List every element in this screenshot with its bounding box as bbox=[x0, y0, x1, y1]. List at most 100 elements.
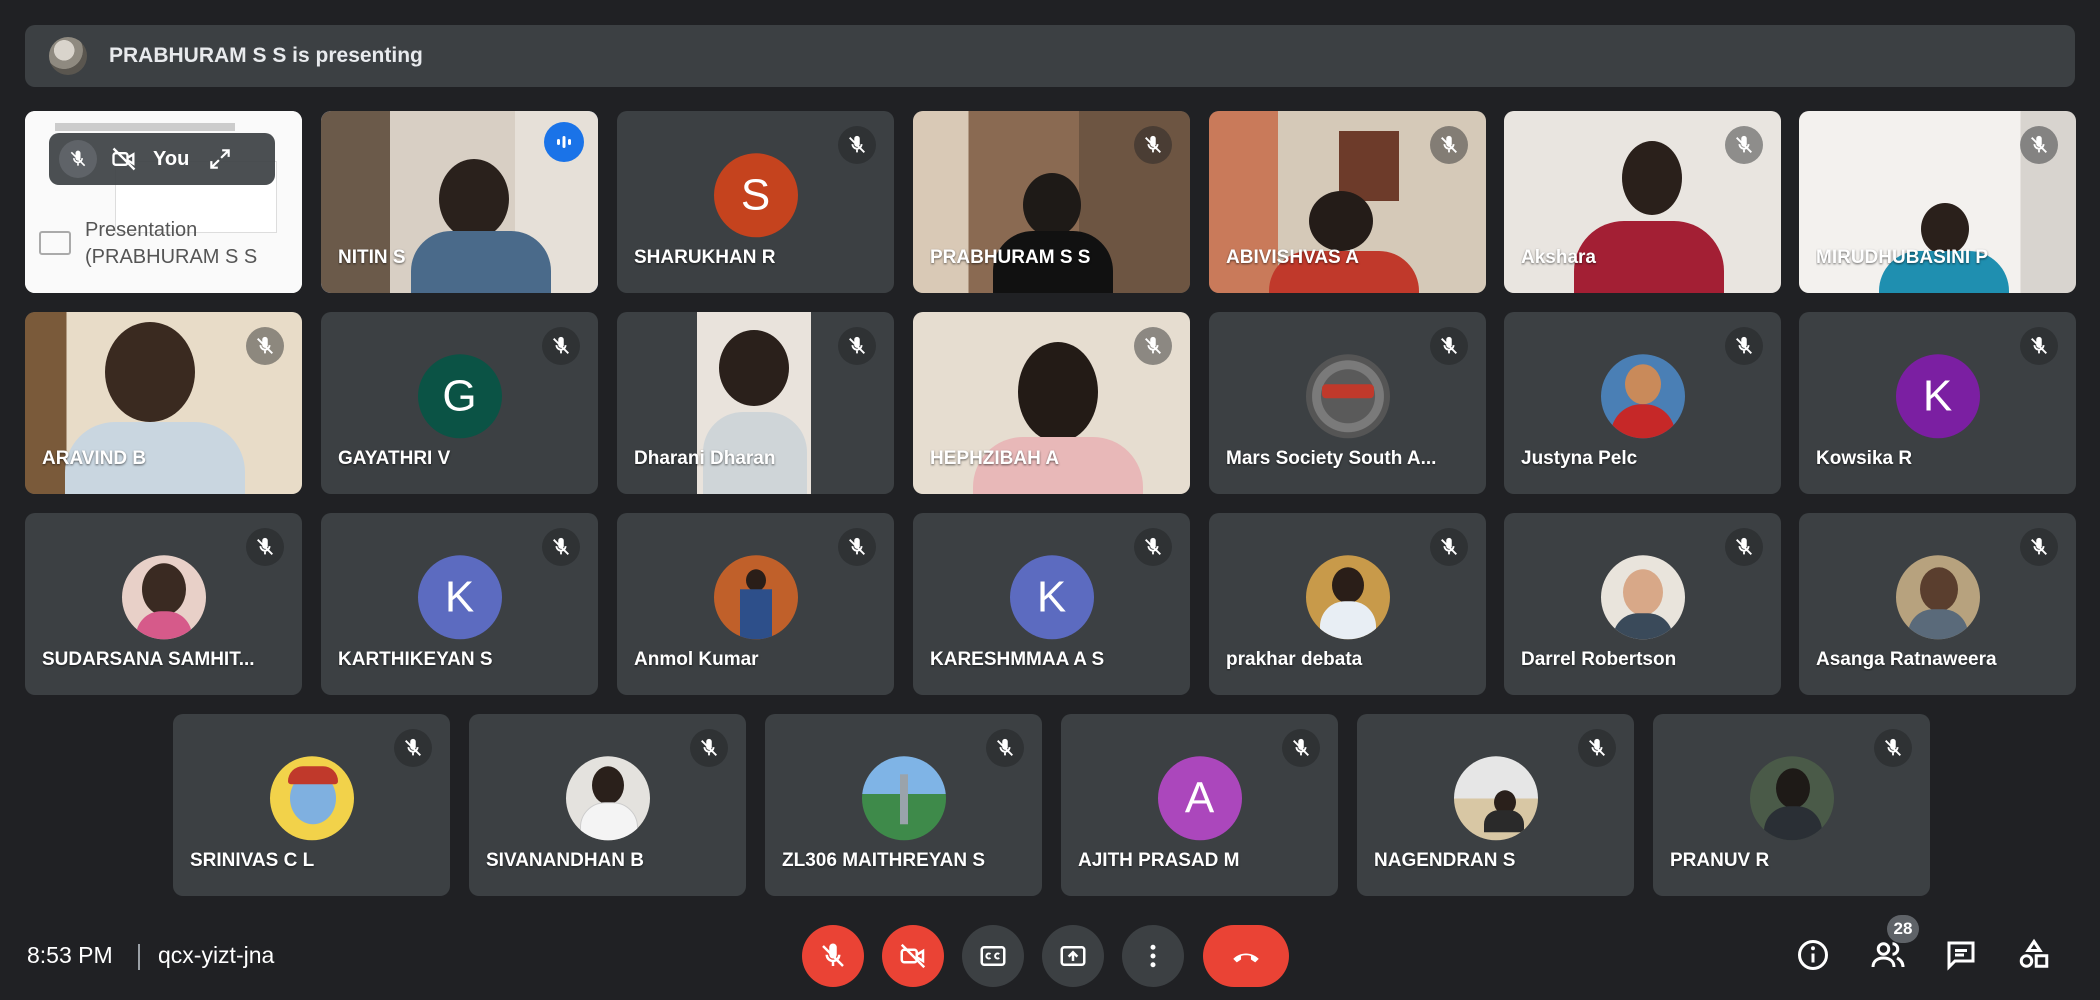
more-options-button[interactable] bbox=[1122, 925, 1184, 987]
participant-name: KARESHMMAA A S bbox=[930, 649, 1105, 670]
mic-off-icon bbox=[986, 729, 1024, 767]
participant-tile[interactable]: Asanga Ratnaweera bbox=[1799, 513, 2076, 695]
present-screen-icon bbox=[1060, 946, 1086, 966]
participant-tile[interactable]: PRANUV R bbox=[1653, 714, 1930, 896]
mic-off-icon bbox=[822, 943, 844, 967]
mic-off-icon bbox=[838, 126, 876, 164]
mars-society-logo bbox=[1305, 354, 1390, 439]
chat-icon bbox=[1947, 941, 1975, 971]
participant-tile[interactable]: prakhar debata bbox=[1209, 513, 1486, 695]
call-end-icon bbox=[1233, 953, 1259, 963]
meeting-details-button[interactable] bbox=[1792, 934, 1834, 976]
participant-name: PRANUV R bbox=[1670, 850, 1770, 871]
profile-photo bbox=[1749, 756, 1834, 841]
profile-photo bbox=[269, 756, 354, 841]
participant-tile[interactable]: K KARESHMMAA A S bbox=[913, 513, 1190, 695]
participant-name: MIRUDHUBASINI P bbox=[1816, 247, 1989, 268]
profile-photo bbox=[1600, 555, 1685, 640]
participant-tile[interactable]: A AJITH PRASAD M bbox=[1061, 714, 1338, 896]
camera-off-icon[interactable] bbox=[105, 140, 143, 178]
divider bbox=[138, 944, 140, 970]
mic-off-icon bbox=[1725, 126, 1763, 164]
expand-icon[interactable] bbox=[201, 140, 239, 178]
profile-photo bbox=[1600, 354, 1685, 439]
mic-off-icon bbox=[1725, 327, 1763, 365]
participant-tile[interactable]: ABIVISHVAS A bbox=[1209, 111, 1486, 293]
mic-off-icon bbox=[2020, 528, 2058, 566]
participant-name: Mars Society South A... bbox=[1226, 448, 1437, 469]
mic-off-icon bbox=[1430, 327, 1468, 365]
profile-photo bbox=[861, 756, 946, 841]
mic-off-icon bbox=[838, 528, 876, 566]
participant-name: Anmol Kumar bbox=[634, 649, 759, 670]
participant-tile[interactable]: MIRUDHUBASINI P bbox=[1799, 111, 2076, 293]
participant-name: Asanga Ratnaweera bbox=[1816, 649, 1997, 670]
participant-tile[interactable]: Darrel Robertson bbox=[1504, 513, 1781, 695]
letter-avatar: S bbox=[713, 153, 798, 238]
participant-tile[interactable]: S SHARUKHAN R bbox=[617, 111, 894, 293]
more-vert-icon bbox=[1150, 944, 1156, 968]
mic-off-icon bbox=[1430, 126, 1468, 164]
participant-tile[interactable]: NITIN S bbox=[321, 111, 598, 293]
captions-icon bbox=[980, 946, 1006, 966]
presentation-text-1: Presentation bbox=[85, 219, 198, 241]
presenting-banner[interactable]: PRABHURAM S S is presenting bbox=[25, 25, 2075, 87]
mic-off-icon bbox=[1282, 729, 1320, 767]
participant-tile[interactable]: Anmol Kumar bbox=[617, 513, 894, 695]
participant-tile[interactable]: Dharani Dharan bbox=[617, 312, 894, 494]
mic-off-icon bbox=[838, 327, 876, 365]
participant-name: ABIVISHVAS A bbox=[1226, 247, 1360, 268]
participant-tile[interactable]: NAGENDRAN S bbox=[1357, 714, 1634, 896]
participant-tile[interactable]: SRINIVAS C L bbox=[173, 714, 450, 896]
microphone-toggle-button[interactable] bbox=[802, 925, 864, 987]
profile-photo bbox=[565, 756, 650, 841]
mic-off-icon[interactable] bbox=[59, 140, 97, 178]
activities-icon bbox=[2019, 938, 2049, 968]
participant-name: ARAVIND B bbox=[42, 448, 147, 469]
mic-off-icon bbox=[1725, 528, 1763, 566]
mic-off-icon bbox=[542, 327, 580, 365]
chat-button[interactable] bbox=[1940, 934, 1982, 976]
participant-name: SRINIVAS C L bbox=[190, 850, 315, 871]
participant-name: Akshara bbox=[1521, 247, 1596, 268]
mic-off-icon bbox=[1874, 729, 1912, 767]
mic-off-icon bbox=[1134, 327, 1172, 365]
participant-tile[interactable]: ZL306 MAITHREYAN S bbox=[765, 714, 1042, 896]
mic-off-icon bbox=[394, 729, 432, 767]
participant-name: KARTHIKEYAN S bbox=[338, 649, 493, 670]
participant-tile[interactable]: G GAYATHRI V bbox=[321, 312, 598, 494]
camera-toggle-button[interactable] bbox=[882, 925, 944, 987]
participant-tile[interactable]: Mars Society South A... bbox=[1209, 312, 1486, 494]
mic-off-icon bbox=[1134, 528, 1172, 566]
profile-photo bbox=[1895, 555, 1980, 640]
participant-tile[interactable]: SUDARSANA SAMHIT... bbox=[25, 513, 302, 695]
participant-name: SIVANANDHAN B bbox=[486, 850, 644, 871]
participant-tile[interactable]: K KARTHIKEYAN S bbox=[321, 513, 598, 695]
current-time: 8:53 PM bbox=[27, 942, 113, 968]
participant-tile[interactable]: HEPHZIBAH A bbox=[913, 312, 1190, 494]
profile-photo bbox=[1305, 555, 1390, 640]
leave-call-button[interactable] bbox=[1203, 925, 1289, 987]
self-tile[interactable]: Presentation (PRABHURAM S S You bbox=[25, 111, 302, 293]
captions-button[interactable] bbox=[962, 925, 1024, 987]
participant-tile[interactable]: PRABHURAM S S bbox=[913, 111, 1190, 293]
presentation-text-2: (PRABHURAM S S bbox=[85, 246, 258, 268]
participant-tile[interactable]: SIVANANDHAN B bbox=[469, 714, 746, 896]
profile-photo bbox=[713, 555, 798, 640]
participant-tile[interactable]: ARAVIND B bbox=[25, 312, 302, 494]
participant-name: Justyna Pelc bbox=[1521, 448, 1638, 469]
mic-off-icon bbox=[1578, 729, 1616, 767]
activities-button[interactable] bbox=[2013, 934, 2055, 976]
participant-tile[interactable]: Akshara bbox=[1504, 111, 1781, 293]
participant-tile[interactable]: K Kowsika R bbox=[1799, 312, 2076, 494]
participant-name: ZL306 MAITHREYAN S bbox=[782, 850, 986, 871]
profile-photo bbox=[1453, 756, 1538, 841]
participant-tile[interactable]: Justyna Pelc bbox=[1504, 312, 1781, 494]
meeting-code: qcx-yizt-jna bbox=[158, 942, 275, 968]
presenting-text: PRABHURAM S S is presenting bbox=[109, 44, 423, 67]
participant-name: GAYATHRI V bbox=[338, 448, 451, 469]
present-screen-button[interactable] bbox=[1042, 925, 1104, 987]
letter-avatar: A bbox=[1157, 756, 1242, 841]
bottom-control-bar: 8:53 PM qcx-yizt-jna 28 bbox=[0, 915, 2100, 995]
participant-name: AJITH PRASAD M bbox=[1078, 850, 1240, 871]
